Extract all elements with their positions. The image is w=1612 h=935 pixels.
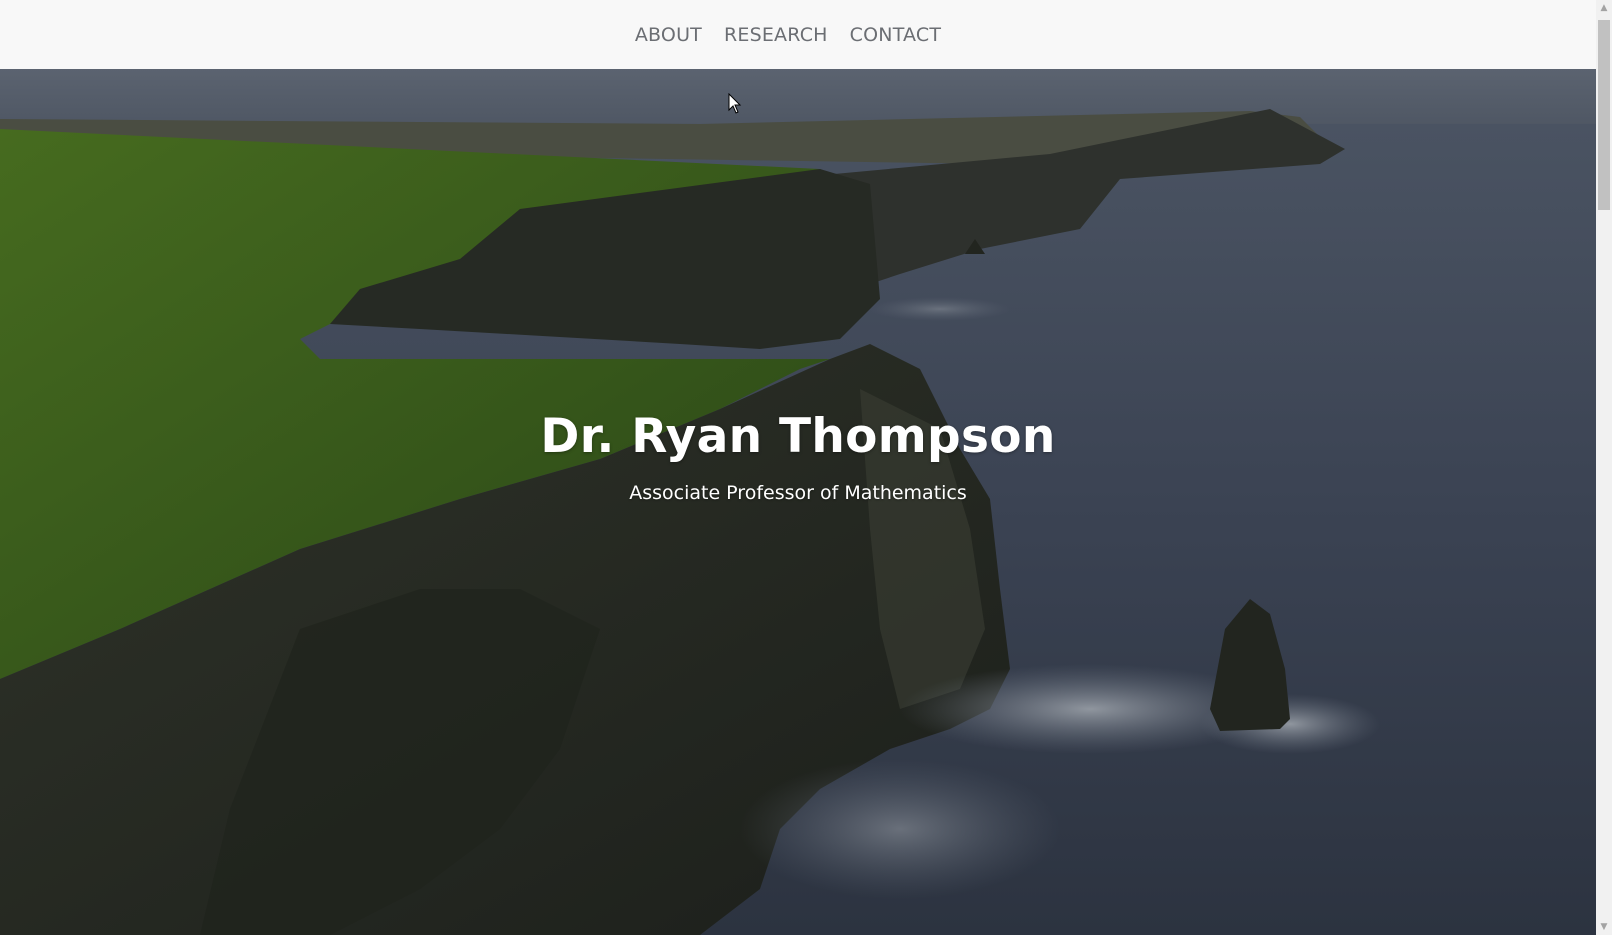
- hero-subtitle: Associate Professor of Mathematics: [629, 482, 967, 504]
- nav-link-about[interactable]: ABOUT: [635, 24, 702, 46]
- browser-viewport: ABOUT RESEARCH CONTACT Dr. Ryan Thompson…: [0, 0, 1596, 935]
- nav-link-contact[interactable]: CONTACT: [850, 24, 942, 46]
- nav-link-research[interactable]: RESEARCH: [724, 24, 828, 46]
- mouse-cursor-icon: [728, 93, 742, 114]
- hero-section: Dr. Ryan Thompson Associate Professor of…: [0, 69, 1596, 935]
- top-navbar: ABOUT RESEARCH CONTACT: [0, 0, 1596, 70]
- scroll-up-arrow-icon[interactable]: ▲: [1596, 0, 1612, 16]
- vertical-scrollbar[interactable]: ▲ ▼: [1596, 0, 1612, 935]
- hero-title: Dr. Ryan Thompson: [540, 409, 1056, 464]
- main-nav: ABOUT RESEARCH CONTACT: [635, 24, 941, 46]
- hero-text-block: Dr. Ryan Thompson Associate Professor of…: [0, 409, 1596, 504]
- scroll-down-arrow-icon[interactable]: ▼: [1596, 919, 1612, 935]
- scroll-thumb[interactable]: [1598, 20, 1610, 210]
